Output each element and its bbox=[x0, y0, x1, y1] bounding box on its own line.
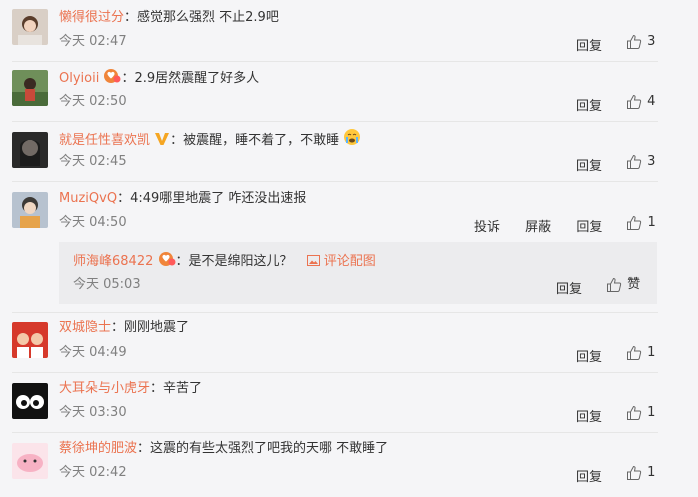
like-button[interactable]: 1 bbox=[626, 463, 655, 483]
image-comment-link[interactable]: 评论配图 bbox=[306, 254, 376, 269]
username[interactable]: 师海峰68422 bbox=[73, 254, 153, 269]
like-button[interactable]: 1 bbox=[626, 403, 655, 423]
comment-text: ：刚刚地震了 bbox=[111, 320, 190, 335]
report-button[interactable]: 投诉 bbox=[474, 218, 500, 238]
reply-button[interactable]: 回复 bbox=[576, 468, 602, 488]
fan-badge-icon bbox=[103, 68, 121, 91]
comment-time: 今天 04:49 bbox=[59, 345, 127, 360]
avatar[interactable] bbox=[12, 383, 48, 419]
comment-text: ：辛苦了 bbox=[150, 381, 203, 396]
thumbs-up-icon bbox=[627, 154, 642, 169]
like-count: 1 bbox=[647, 465, 656, 480]
reply-button[interactable]: 回复 bbox=[576, 408, 602, 428]
comment-item: 蔡徐坤的肥波：这震的有些太强烈了吧我的天哪 不敢睡了 今天 02:42 回复 1 bbox=[0, 433, 698, 497]
thumbs-up-icon bbox=[627, 345, 642, 360]
like-button[interactable]: 4 bbox=[626, 92, 655, 112]
block-button[interactable]: 屏蔽 bbox=[525, 218, 551, 238]
like-button[interactable]: 赞 bbox=[606, 275, 640, 295]
thumbs-up-icon bbox=[627, 94, 642, 109]
avatar[interactable] bbox=[12, 443, 48, 479]
reply-text: ：是不是绵阳这儿？ bbox=[175, 254, 293, 269]
like-count: 1 bbox=[647, 345, 656, 360]
like-count: 3 bbox=[647, 34, 656, 49]
comment-time: 今天 04:50 bbox=[59, 215, 127, 230]
comment-list: 懒得很过分：感觉那么强烈 不止2.9吧 今天 02:47 回复 3 Olyioi… bbox=[0, 0, 698, 497]
avatar[interactable] bbox=[12, 9, 48, 45]
reply-time: 今天 05:03 bbox=[73, 277, 141, 292]
avatar[interactable] bbox=[12, 70, 48, 106]
reply-button[interactable]: 回复 bbox=[576, 218, 602, 238]
username[interactable]: 大耳朵与小虎牙 bbox=[59, 381, 150, 396]
comment-text: ：4:49哪里地震了 咋还没出速报 bbox=[117, 191, 307, 206]
comment-text: ：感觉那么强烈 不止2.9吧 bbox=[124, 10, 279, 25]
verified-v-icon bbox=[154, 132, 170, 153]
image-comment-label: 评论配图 bbox=[323, 254, 376, 269]
username[interactable]: 懒得很过分 bbox=[59, 10, 124, 25]
crying-emoji-icon bbox=[343, 128, 361, 153]
like-label: 赞 bbox=[627, 277, 641, 292]
comment-item: 懒得很过分：感觉那么强烈 不止2.9吧 今天 02:47 回复 3 bbox=[0, 0, 698, 60]
like-button[interactable]: 1 bbox=[626, 213, 656, 233]
thumbs-up-icon bbox=[627, 405, 642, 420]
reply-button[interactable]: 回复 bbox=[576, 348, 602, 368]
username[interactable]: MuziQvQ bbox=[59, 191, 117, 206]
like-count: 4 bbox=[647, 94, 656, 109]
comment-item: Olyioii ：2.9居然震醒了好多人 今天 02:50 回复 4 bbox=[0, 62, 698, 122]
like-count: 1 bbox=[647, 405, 656, 420]
reply-button[interactable]: 回复 bbox=[576, 97, 602, 117]
comment-item: 大耳朵与小虎牙：辛苦了 今天 03:30 回复 1 bbox=[0, 373, 698, 433]
like-button[interactable]: 3 bbox=[626, 32, 655, 52]
reply-item: 师海峰68422 ：是不是绵阳这儿？ 评论配图 今天 05:03 回复 赞 bbox=[59, 242, 657, 304]
fan-badge-icon bbox=[158, 251, 176, 274]
comment-item: 就是任性喜欢凯 ：被震醒，睡不着了，不敢睡 今天 02:45 回复 3 bbox=[0, 122, 698, 182]
comment-time: 今天 03:30 bbox=[59, 405, 127, 420]
reply-button[interactable]: 回复 bbox=[576, 157, 602, 177]
thumbs-up-icon bbox=[627, 34, 642, 49]
username[interactable]: 蔡徐坤的肥波 bbox=[59, 441, 137, 456]
comment-text: ：2.9居然震醒了好多人 bbox=[121, 71, 260, 86]
thumbs-up-icon bbox=[627, 465, 642, 480]
username[interactable]: Olyioii bbox=[59, 71, 99, 86]
reply-button[interactable]: 回复 bbox=[556, 280, 582, 300]
comment-time: 今天 02:47 bbox=[59, 34, 127, 49]
thumbs-up-icon bbox=[607, 277, 622, 292]
comment-time: 今天 02:50 bbox=[59, 94, 127, 109]
thumbs-up-icon bbox=[627, 215, 642, 230]
image-icon bbox=[306, 255, 320, 266]
username[interactable]: 双城隐士 bbox=[59, 320, 111, 335]
like-button[interactable]: 1 bbox=[626, 343, 655, 363]
like-count: 3 bbox=[647, 154, 656, 169]
avatar[interactable] bbox=[12, 322, 48, 358]
avatar[interactable] bbox=[12, 192, 48, 228]
comment-text: ：这震的有些太强烈了吧我的天哪 不敢睡了 bbox=[137, 441, 389, 456]
username[interactable]: 就是任性喜欢凯 bbox=[59, 133, 150, 148]
reply-button[interactable]: 回复 bbox=[576, 37, 602, 57]
like-button[interactable]: 3 bbox=[626, 152, 655, 172]
comment-time: 今天 02:42 bbox=[59, 465, 127, 480]
comment-time: 今天 02:45 bbox=[59, 154, 127, 169]
like-count: 1 bbox=[647, 215, 656, 230]
avatar[interactable] bbox=[12, 132, 48, 168]
comment-item: 双城隐士：刚刚地震了 今天 04:49 回复 1 bbox=[0, 313, 698, 373]
comment-text: ：被震醒，睡不着了，不敢睡 bbox=[170, 133, 340, 148]
